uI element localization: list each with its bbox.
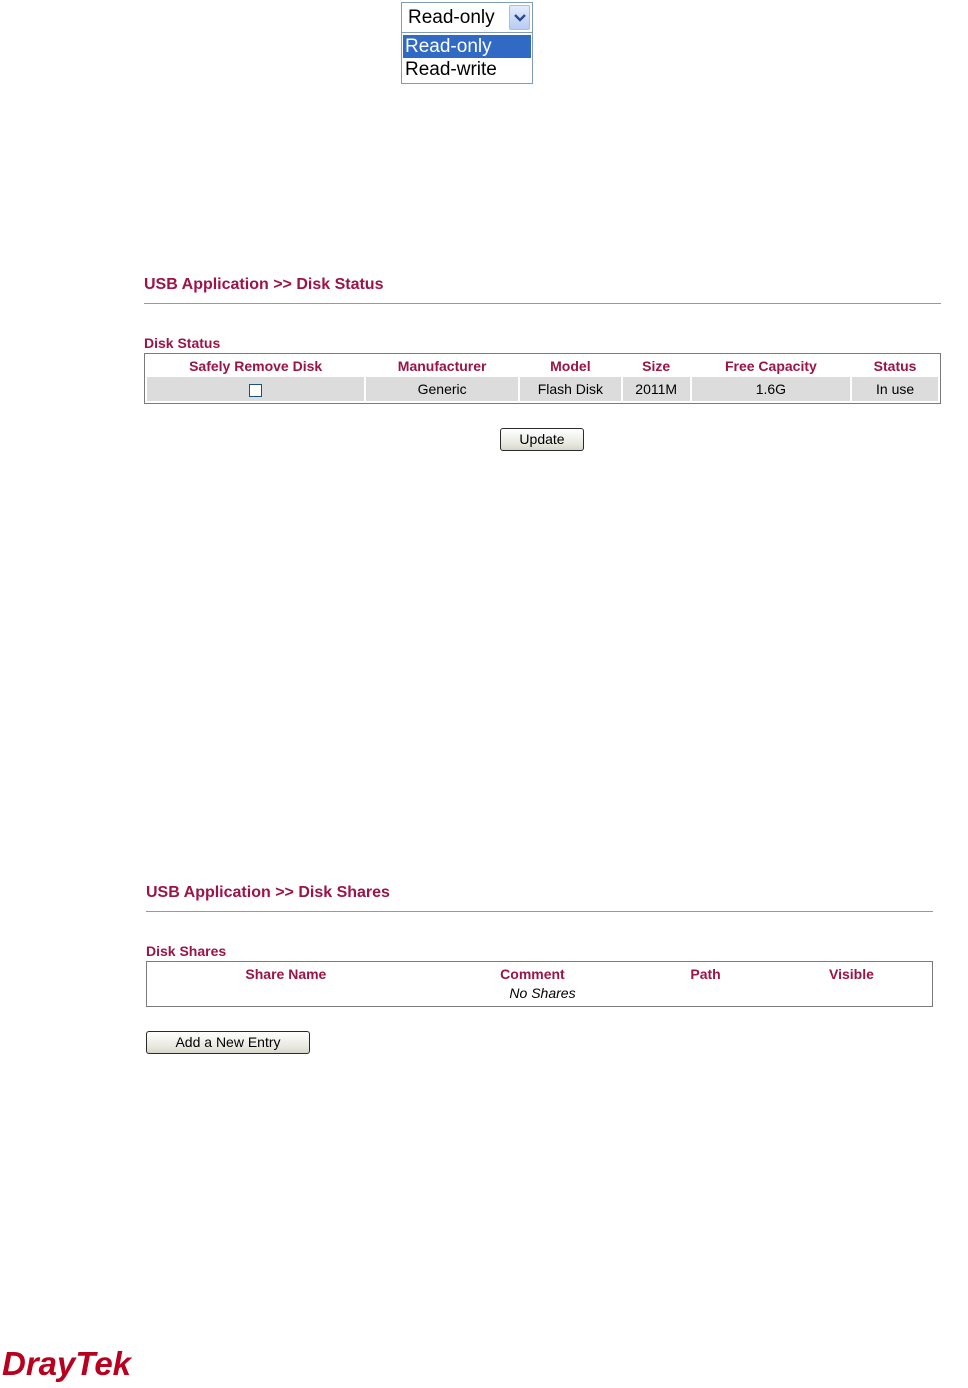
column-header: Path	[690, 965, 721, 982]
dropdown-options-list: Read-only Read-write	[401, 33, 533, 84]
dropdown-option-read-only[interactable]: Read-only	[403, 35, 531, 58]
access-mode-select[interactable]: Read-only	[401, 2, 533, 33]
column-header: Safely Remove Disk	[189, 357, 323, 374]
draytek-logo: DrayTek	[2, 1345, 142, 1388]
column-header: Free Capacity	[724, 357, 817, 374]
svg-text:DrayTek: DrayTek	[2, 1345, 133, 1382]
dropdown-option-read-write[interactable]: Read-write	[403, 58, 531, 81]
access-mode-dropdown[interactable]: Read-only Read-only Read-write	[401, 2, 533, 84]
table-header-row: Safely Remove Disk Manufacturer Model Si…	[147, 356, 938, 375]
model-cell: Flash Disk	[520, 377, 621, 401]
title-divider	[146, 911, 933, 912]
status-cell: In use	[852, 377, 938, 401]
disk-shares-table: Share Name Comment Path Visible No Share…	[146, 961, 933, 1007]
empty-shares-message: No Shares	[509, 985, 576, 1002]
block-label: Disk Shares	[146, 943, 227, 959]
safely-remove-cell	[147, 377, 365, 401]
page-title: USB Application >> Disk Status	[144, 276, 384, 293]
column-header: Model	[550, 357, 591, 374]
chevron-down-icon[interactable]	[509, 5, 530, 30]
dropdown-current-value: Read-only	[408, 7, 495, 28]
column-header: Share Name	[245, 965, 327, 982]
title-divider	[144, 303, 941, 304]
block-label: Disk Status	[144, 335, 221, 351]
safely-remove-checkbox[interactable]	[249, 383, 263, 397]
add-new-entry-button[interactable]: Add a New Entry	[146, 1031, 310, 1054]
column-header: Visible	[829, 965, 874, 982]
table-header-row: Share Name Comment Path Visible	[147, 962, 933, 986]
table-row: Generic Flash Disk 2011M 1.6G In use	[147, 377, 938, 401]
table-row: No Shares	[147, 985, 933, 1006]
column-header: Size	[642, 357, 671, 374]
column-header: Status	[873, 357, 917, 374]
column-header: Comment	[500, 965, 565, 982]
size-cell: 2011M	[622, 377, 690, 401]
disk-status-table: Safely Remove Disk Manufacturer Model Si…	[144, 353, 941, 404]
update-button[interactable]: Update	[500, 428, 584, 451]
page-title: USB Application >> Disk Shares	[146, 884, 390, 901]
column-header: Manufacturer	[397, 357, 487, 374]
free-capacity-cell: 1.6G	[691, 377, 851, 401]
manufacturer-cell: Generic	[366, 377, 518, 401]
